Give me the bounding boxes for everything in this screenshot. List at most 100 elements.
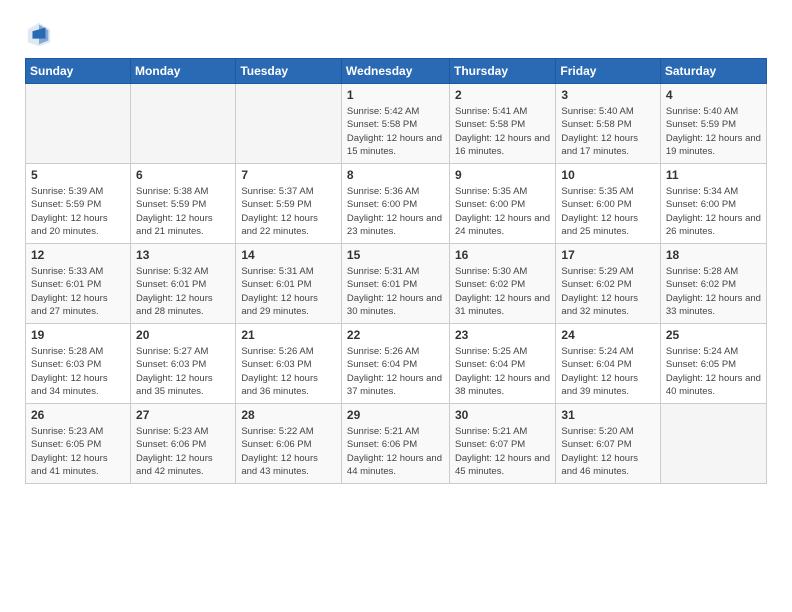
table-row: 1Sunrise: 5:42 AMSunset: 5:58 PMDaylight… — [341, 84, 449, 164]
daylight-text: Daylight: 12 hours and 38 minutes. — [455, 372, 550, 399]
sunset-text: Sunset: 6:00 PM — [666, 198, 761, 211]
calendar-table: Sunday Monday Tuesday Wednesday Thursday… — [25, 58, 767, 484]
sunset-text: Sunset: 5:58 PM — [347, 118, 444, 131]
sunset-text: Sunset: 6:07 PM — [455, 438, 550, 451]
logo — [25, 20, 59, 48]
day-detail: Sunrise: 5:37 AMSunset: 5:59 PMDaylight:… — [241, 185, 336, 238]
day-number: 4 — [666, 88, 761, 102]
day-number: 3 — [561, 88, 654, 102]
day-detail: Sunrise: 5:34 AMSunset: 6:00 PMDaylight:… — [666, 185, 761, 238]
sunrise-text: Sunrise: 5:40 AM — [666, 105, 761, 118]
daylight-text: Daylight: 12 hours and 19 minutes. — [666, 132, 761, 159]
daylight-text: Daylight: 12 hours and 21 minutes. — [136, 212, 230, 239]
daylight-text: Daylight: 12 hours and 40 minutes. — [666, 372, 761, 399]
calendar-week-row: 19Sunrise: 5:28 AMSunset: 6:03 PMDayligh… — [26, 324, 767, 404]
sunrise-text: Sunrise: 5:30 AM — [455, 265, 550, 278]
table-row — [26, 84, 131, 164]
day-detail: Sunrise: 5:35 AMSunset: 6:00 PMDaylight:… — [455, 185, 550, 238]
sunrise-text: Sunrise: 5:24 AM — [561, 345, 654, 358]
sunset-text: Sunset: 6:01 PM — [347, 278, 444, 291]
sunset-text: Sunset: 6:02 PM — [455, 278, 550, 291]
sunrise-text: Sunrise: 5:26 AM — [241, 345, 336, 358]
day-detail: Sunrise: 5:26 AMSunset: 6:03 PMDaylight:… — [241, 345, 336, 398]
sunrise-text: Sunrise: 5:26 AM — [347, 345, 444, 358]
calendar-week-row: 12Sunrise: 5:33 AMSunset: 6:01 PMDayligh… — [26, 244, 767, 324]
daylight-text: Daylight: 12 hours and 32 minutes. — [561, 292, 654, 319]
table-row: 6Sunrise: 5:38 AMSunset: 5:59 PMDaylight… — [131, 164, 236, 244]
sunset-text: Sunset: 6:00 PM — [455, 198, 550, 211]
day-detail: Sunrise: 5:26 AMSunset: 6:04 PMDaylight:… — [347, 345, 444, 398]
table-row: 12Sunrise: 5:33 AMSunset: 6:01 PMDayligh… — [26, 244, 131, 324]
table-row: 15Sunrise: 5:31 AMSunset: 6:01 PMDayligh… — [341, 244, 449, 324]
day-number: 19 — [31, 328, 125, 342]
day-detail: Sunrise: 5:27 AMSunset: 6:03 PMDaylight:… — [136, 345, 230, 398]
day-detail: Sunrise: 5:35 AMSunset: 6:00 PMDaylight:… — [561, 185, 654, 238]
day-detail: Sunrise: 5:38 AMSunset: 5:59 PMDaylight:… — [136, 185, 230, 238]
col-monday: Monday — [131, 59, 236, 84]
calendar-week-row: 26Sunrise: 5:23 AMSunset: 6:05 PMDayligh… — [26, 404, 767, 484]
sunset-text: Sunset: 6:07 PM — [561, 438, 654, 451]
table-row: 19 Sunrise: 5:28 AMSunset: 6:03 PMDayligh… — [26, 324, 131, 404]
day-detail: Sunrise: 5:22 AMSunset: 6:06 PMDaylight:… — [241, 425, 336, 478]
sunset-text: Sunset: 6:06 PM — [136, 438, 230, 451]
day-detail: Sunrise: 5:33 AMSunset: 6:01 PMDaylight:… — [31, 265, 125, 318]
daylight-text: Daylight: 12 hours and 46 minutes. — [561, 452, 654, 479]
sunset-text: Sunset: 6:04 PM — [455, 358, 550, 371]
day-number: 17 — [561, 248, 654, 262]
table-row: 2Sunrise: 5:41 AMSunset: 5:58 PMDaylight… — [449, 84, 555, 164]
calendar-header-row: Sunday Monday Tuesday Wednesday Thursday… — [26, 59, 767, 84]
sunrise-text: Sunrise: 5:35 AM — [561, 185, 654, 198]
day-detail: Sunrise: 5:28 AMSunset: 6:02 PMDaylight:… — [666, 265, 761, 318]
day-number: 31 — [561, 408, 654, 422]
day-number: 14 — [241, 248, 336, 262]
sunrise-text: Sunrise: 5:31 AM — [347, 265, 444, 278]
daylight-text: Daylight: 12 hours and 26 minutes. — [666, 212, 761, 239]
day-detail: Sunrise: 5:29 AMSunset: 6:02 PMDaylight:… — [561, 265, 654, 318]
sunset-text: Sunset: 6:02 PM — [561, 278, 654, 291]
sunset-text: Sunset: 6:05 PM — [31, 438, 125, 451]
sunrise-text: Sunrise: 5:28 AM — [666, 265, 761, 278]
daylight-text: Daylight: 12 hours and 44 minutes. — [347, 452, 444, 479]
daylight-text: Daylight: 12 hours and 16 minutes. — [455, 132, 550, 159]
table-row: 17 Sunrise: 5:29 AMSunset: 6:02 PMDayligh… — [556, 244, 660, 324]
sunset-text: Sunset: 6:03 PM — [31, 358, 125, 371]
day-number: 24 — [561, 328, 654, 342]
col-saturday: Saturday — [660, 59, 766, 84]
day-detail: Sunrise: 5:40 AMSunset: 5:58 PMDaylight:… — [561, 105, 654, 158]
table-row: 5Sunrise: 5:39 AMSunset: 5:59 PMDaylight… — [26, 164, 131, 244]
day-detail: Sunrise: 5:23 AMSunset: 6:05 PMDaylight:… — [31, 425, 125, 478]
table-row: 26Sunrise: 5:23 AMSunset: 6:05 PMDayligh… — [26, 404, 131, 484]
table-row: 9 Sunrise: 5:35 AMSunset: 6:00 PMDaylight… — [449, 164, 555, 244]
day-number: 30 — [455, 408, 550, 422]
daylight-text: Daylight: 12 hours and 43 minutes. — [241, 452, 336, 479]
calendar-week-row: 1Sunrise: 5:42 AMSunset: 5:58 PMDaylight… — [26, 84, 767, 164]
table-row — [131, 84, 236, 164]
day-detail: Sunrise: 5:31 AMSunset: 6:01 PMDaylight:… — [241, 265, 336, 318]
sunset-text: Sunset: 5:59 PM — [136, 198, 230, 211]
table-row — [236, 84, 342, 164]
day-detail: Sunrise: 5:24 AMSunset: 6:04 PMDaylight:… — [561, 345, 654, 398]
table-row: 20Sunrise: 5:27 AMSunset: 6:03 PMDayligh… — [131, 324, 236, 404]
sunrise-text: Sunrise: 5:34 AM — [666, 185, 761, 198]
day-number: 2 — [455, 88, 550, 102]
day-detail: Sunrise: 5:28 AMSunset: 6:03 PMDaylight:… — [31, 345, 125, 398]
sunset-text: Sunset: 5:59 PM — [666, 118, 761, 131]
daylight-text: Daylight: 12 hours and 20 minutes. — [31, 212, 125, 239]
header — [25, 20, 767, 48]
sunrise-text: Sunrise: 5:23 AM — [136, 425, 230, 438]
sunrise-text: Sunrise: 5:21 AM — [455, 425, 550, 438]
sunrise-text: Sunrise: 5:37 AM — [241, 185, 336, 198]
day-number: 15 — [347, 248, 444, 262]
sunset-text: Sunset: 6:05 PM — [666, 358, 761, 371]
sunrise-text: Sunrise: 5:28 AM — [31, 345, 125, 358]
day-number: 9 — [455, 168, 550, 182]
sunset-text: Sunset: 6:01 PM — [136, 278, 230, 291]
sunset-text: Sunset: 6:04 PM — [561, 358, 654, 371]
day-detail: Sunrise: 5:21 AMSunset: 6:07 PMDaylight:… — [455, 425, 550, 478]
daylight-text: Daylight: 12 hours and 27 minutes. — [31, 292, 125, 319]
table-row — [660, 404, 766, 484]
day-number: 10 — [561, 168, 654, 182]
sunrise-text: Sunrise: 5:25 AM — [455, 345, 550, 358]
day-detail: Sunrise: 5:20 AMSunset: 6:07 PMDaylight:… — [561, 425, 654, 478]
table-row: 14 Sunrise: 5:31 AMSunset: 6:01 PMDayligh… — [236, 244, 342, 324]
